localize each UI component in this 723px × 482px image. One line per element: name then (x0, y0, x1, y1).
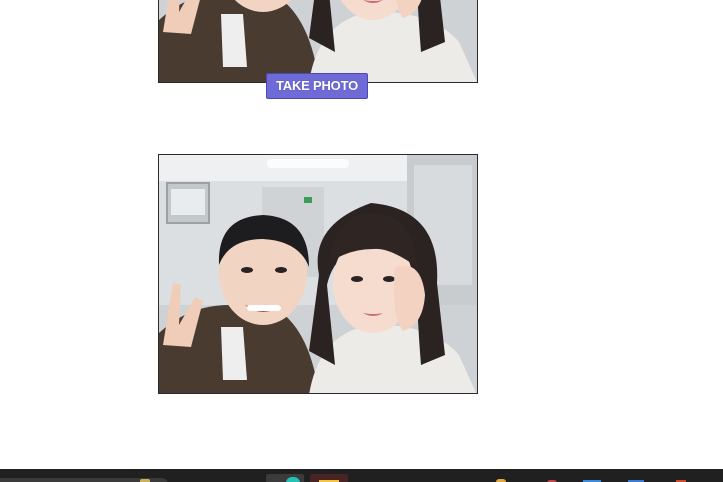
take-photo-button[interactable]: TAKE PHOTO (266, 73, 368, 99)
captured-photo-image (159, 155, 477, 393)
captured-photo (158, 154, 478, 394)
camera-preview (158, 0, 478, 83)
taskbar (0, 469, 723, 482)
camera-preview-image (159, 0, 477, 82)
app-icon (286, 477, 300, 482)
taskbar-search-box[interactable] (0, 478, 168, 482)
